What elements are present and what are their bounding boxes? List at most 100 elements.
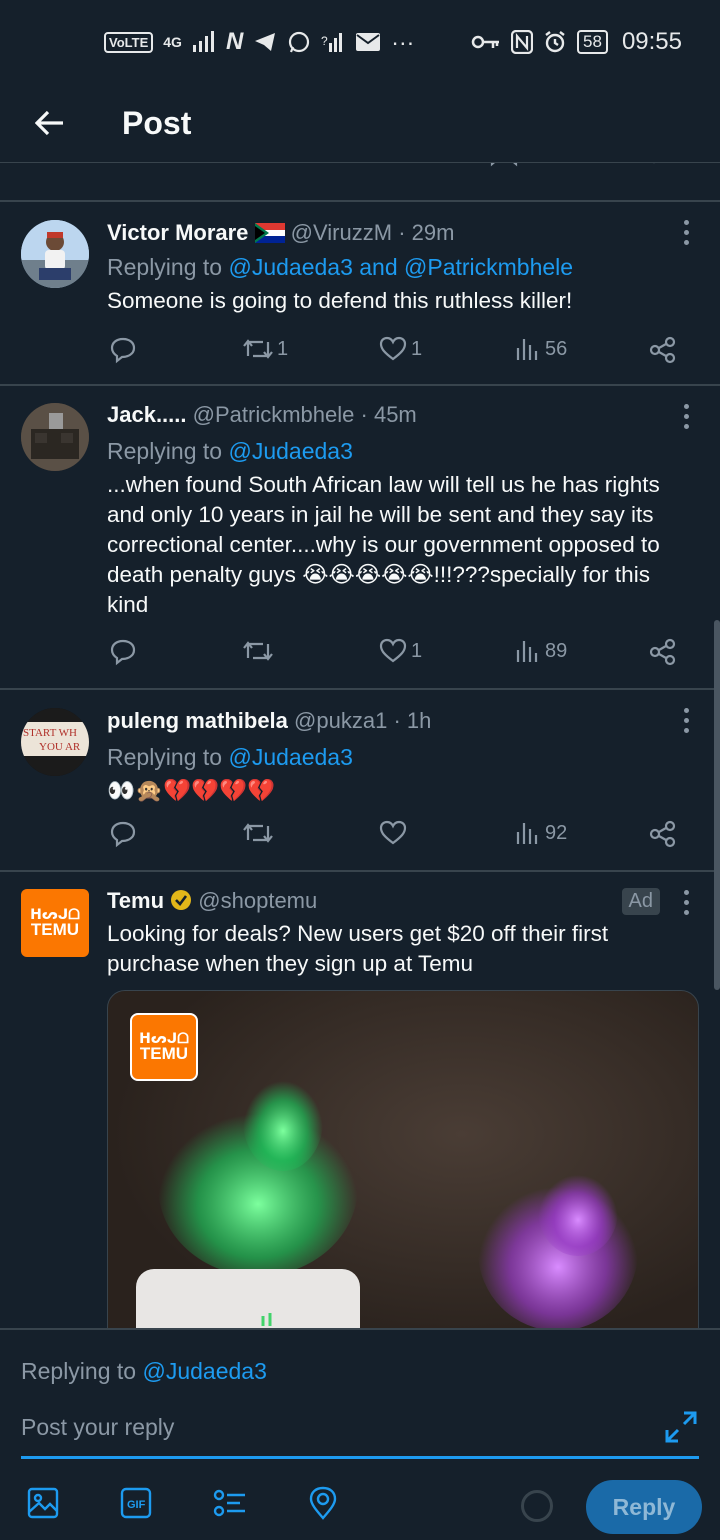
user-handle[interactable]: @Patrickmbhele <box>193 402 355 427</box>
reply-post[interactable]: Victor Morare @ViruzzM · 29m Replying to… <box>0 202 720 384</box>
reply-post[interactable]: START WH YOU AR puleng mathibela @pukza1… <box>0 690 720 870</box>
analytics-icon <box>516 339 538 360</box>
reply-button[interactable] <box>109 638 137 666</box>
input-underline <box>21 1456 699 1459</box>
reply-button[interactable] <box>109 336 137 364</box>
replying-to-label: Replying to <box>21 1358 137 1384</box>
reply-icon <box>110 337 136 364</box>
more-options-button[interactable] <box>678 404 694 429</box>
add-poll-button[interactable] <box>212 1486 248 1525</box>
view-count: 89 <box>545 639 568 662</box>
share-button[interactable] <box>649 820 677 848</box>
replying-to-label: Replying to <box>107 744 223 770</box>
display-name[interactable]: puleng mathibela <box>107 708 288 733</box>
svg-text:START WH: START WH <box>23 727 77 739</box>
temu-logo-text: TEMU <box>30 920 80 939</box>
replying-to-label: Replying to <box>107 254 223 280</box>
reply-composer: Replying to @Judaeda3 Post your reply GI… <box>0 1328 720 1540</box>
share-button[interactable] <box>649 336 677 364</box>
share-button[interactable] <box>649 638 677 666</box>
svg-text:GIF: GIF <box>127 1499 146 1511</box>
reply-post[interactable]: Jack..... @Patrickmbhele · 45m Replying … <box>0 386 720 688</box>
humidifier-flame-illustration <box>136 1071 638 1349</box>
south-africa-flag-icon <box>254 223 285 243</box>
like-count: 1 <box>411 337 423 360</box>
user-handle[interactable]: @pukza1 <box>294 708 387 733</box>
avatar-image <box>21 220 89 288</box>
retweet-icon <box>243 641 273 661</box>
display-name[interactable]: Victor Morare <box>107 220 248 245</box>
like-button[interactable]: 1 <box>379 638 422 664</box>
user-handle[interactable]: @ViruzzM <box>291 220 392 245</box>
reply-input[interactable]: Post your reply <box>21 1414 174 1441</box>
like-button[interactable]: 1 <box>379 336 422 362</box>
key-icon <box>471 35 500 49</box>
avatar[interactable]: START WH YOU AR <box>21 708 89 776</box>
expand-icon <box>665 1411 697 1443</box>
retweet-button[interactable]: 1 <box>243 336 288 362</box>
retweet-button[interactable] <box>243 638 277 664</box>
views-button[interactable]: 89 <box>515 638 567 664</box>
post-text: ...when found South African law will tel… <box>107 472 660 617</box>
share-icon <box>649 336 676 364</box>
display-name[interactable]: Temu <box>107 888 164 913</box>
top-nav: Post <box>0 84 720 162</box>
signal-bars-icon <box>192 31 214 52</box>
post-text: Someone is going to defend this ruthless… <box>107 288 573 313</box>
svg-text:?: ? <box>321 34 328 48</box>
temu-avatar[interactable]: ᕼᔕᒍᗝ TEMU <box>21 889 89 957</box>
replying-to-link[interactable]: @Judaeda3 and @Patrickmbhele <box>228 254 573 280</box>
more-options-button[interactable] <box>678 890 694 915</box>
expand-composer-button[interactable] <box>664 1410 698 1449</box>
character-counter-ring <box>521 1490 553 1522</box>
avatar[interactable] <box>21 403 89 471</box>
timestamp[interactable]: 45m <box>374 402 417 427</box>
location-pin-icon <box>309 1486 337 1520</box>
more-options-button[interactable] <box>678 220 694 245</box>
alarm-icon <box>545 31 565 53</box>
user-handle[interactable]: @shoptemu <box>198 888 317 913</box>
replying-to-link[interactable]: @Judaeda3 <box>142 1358 266 1384</box>
svg-text:YOU AR: YOU AR <box>39 741 81 753</box>
retweet-icon <box>243 823 273 843</box>
reply-button[interactable] <box>109 820 137 848</box>
nfc-icon <box>511 30 534 54</box>
page-title: Post <box>122 104 192 141</box>
timestamp[interactable]: 1h <box>407 708 431 733</box>
heart-icon <box>379 820 407 845</box>
views-button[interactable]: 56 <box>515 336 567 362</box>
replying-to-link[interactable]: @Judaeda3 <box>228 744 352 770</box>
arrow-left-icon <box>35 110 63 136</box>
add-image-button[interactable] <box>26 1486 60 1525</box>
reply-icon <box>110 821 136 848</box>
heart-icon <box>379 336 407 361</box>
retweet-icon <box>243 339 273 359</box>
add-location-button[interactable] <box>306 1486 340 1525</box>
retweet-button[interactable] <box>243 820 277 846</box>
scrollbar[interactable] <box>714 620 720 990</box>
views-button[interactable]: 92 <box>515 820 567 846</box>
share-icon <box>649 638 676 666</box>
temu-logo-glyphs: ᕼᔕᒍᗝ <box>30 906 80 922</box>
battery-icon: 58 <box>577 30 608 54</box>
volte-icon: VoLTE <box>104 31 154 53</box>
avatar[interactable] <box>21 220 89 288</box>
gif-icon: GIF <box>120 1487 152 1519</box>
separator-dot: · <box>398 220 406 245</box>
wifi-signal-icon: ? <box>321 33 343 52</box>
ad-media-image[interactable]: ᕼᔕᒍᗝ TEMU <box>107 990 699 1350</box>
display-name[interactable]: Jack..... <box>107 402 187 427</box>
reply-submit-button[interactable]: Reply <box>586 1480 702 1534</box>
replying-to-link[interactable]: @Judaeda3 <box>228 438 352 464</box>
view-count: 92 <box>545 821 568 844</box>
telegram-icon <box>255 33 276 51</box>
post-actions: 1 1 56 <box>107 336 687 370</box>
back-button[interactable] <box>0 84 100 162</box>
replying-to-label: Replying to <box>107 438 223 464</box>
more-options-button[interactable] <box>678 708 694 733</box>
timestamp[interactable]: 29m <box>412 220 455 245</box>
add-gif-button[interactable]: GIF <box>119 1486 153 1525</box>
n-app-icon: N <box>225 28 244 55</box>
like-button[interactable] <box>379 820 411 846</box>
verified-badge-icon <box>171 890 192 910</box>
